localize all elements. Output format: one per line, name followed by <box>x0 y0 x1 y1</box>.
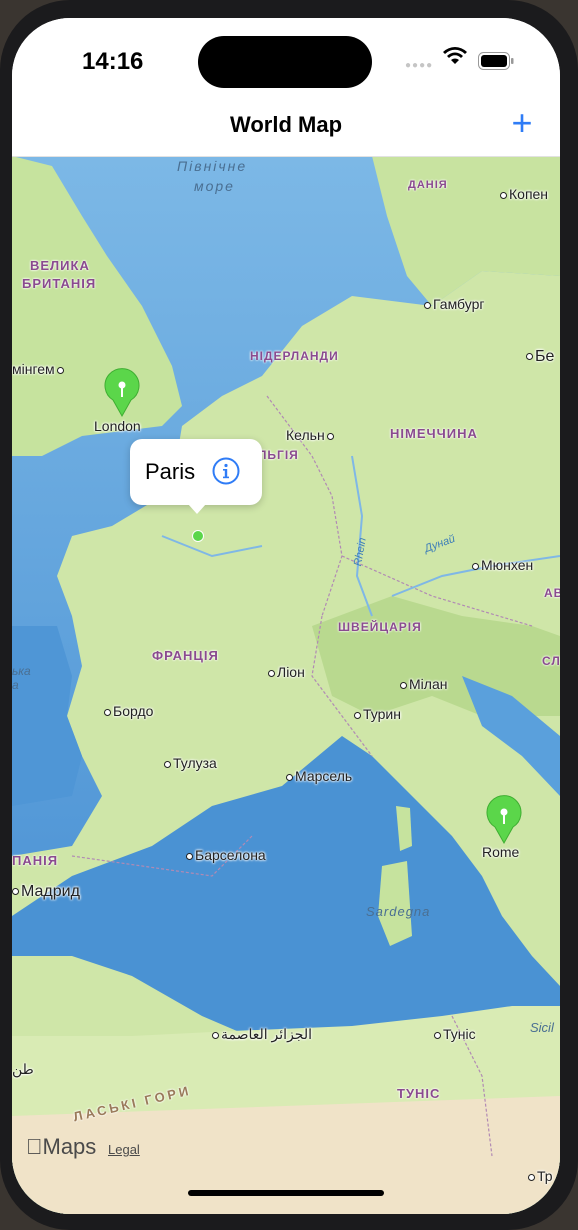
page-title: World Map <box>229 112 343 137</box>
city-label-lyon: Ліон <box>268 664 305 680</box>
city-label-madrid: Мадрид <box>12 883 80 901</box>
country-label-netherlands: НІДЕРЛАНДИ <box>250 349 339 363</box>
map-pin-label-london: London <box>94 418 141 434</box>
country-label-germany: НІМЕЧЧИНА <box>390 426 478 441</box>
city-label-toulouse: Тулуза <box>164 755 217 771</box>
city-label-barcelona: Барселона <box>186 847 266 863</box>
status-bar: 14:16 ●●●● <box>12 18 560 110</box>
signal-dots-icon: ●●●● <box>405 60 434 71</box>
country-label-belgium: ЛЬГІЯ <box>258 448 299 462</box>
map-view[interactable]: Північне море Sardegna Sicil ЛАСЬКІ ГОРИ… <box>12 156 560 1214</box>
map-pin-label-rome: Rome <box>482 844 520 860</box>
city-label-marseille: Марсель <box>286 768 352 784</box>
sea-label-north-1: Північне <box>177 158 248 174</box>
phone-frame: 14:16 ●●●● World Map + Північне море Sar… <box>0 0 578 1230</box>
country-label-gb-1: ВЕЛИКА <box>30 258 90 273</box>
apple-maps-logo: Maps <box>26 1134 96 1159</box>
callout-title: Paris <box>145 459 196 484</box>
home-indicator[interactable] <box>188 1190 384 1196</box>
city-label-berlin: Бе <box>526 348 554 366</box>
map-pin-rome[interactable] <box>483 793 525 845</box>
legal-link[interactable]: Legal <box>108 1142 140 1157</box>
country-label-spain: ПАНІЯ <box>12 853 59 868</box>
city-label-turin: Турин <box>354 706 401 722</box>
status-time: 14:16 <box>82 48 144 75</box>
dynamic-island <box>198 36 372 88</box>
city-label-bordeaux: Бордо <box>104 703 153 719</box>
city-label-munich: Мюнхен <box>472 557 533 573</box>
sea-label-sicilia: Sicil <box>530 1020 554 1035</box>
country-label-gb-2: БРИТАНІЯ <box>22 276 97 291</box>
paris-callout[interactable]: Paris <box>130 439 262 514</box>
sea-label-portugal-1: ька <box>12 664 31 678</box>
city-label-cologne: Кельн <box>286 427 336 443</box>
city-label-hamburg: Гамбург <box>424 296 485 312</box>
navigation-bar: World Map + <box>12 105 560 157</box>
country-label-denmark: ДАНІЯ <box>408 179 448 191</box>
info-icon[interactable] <box>212 457 240 485</box>
country-label-tunisia: ТУНІС <box>397 1086 441 1101</box>
city-label-copenhagen: Копен <box>500 186 548 202</box>
city-label-tangier: طن <box>12 1061 34 1077</box>
city-label-tunis: Туніс <box>434 1026 476 1042</box>
country-label-switzerland: ШВЕЙЦАРІЯ <box>338 620 422 634</box>
city-label-algiers: الجزائر العاصمة <box>212 1026 312 1043</box>
city-label-tripoli: Тр <box>528 1168 553 1184</box>
country-label-slovenia: СЛ <box>542 654 560 668</box>
city-label-birmingham: мінгем <box>12 361 66 377</box>
screen: 14:16 ●●●● World Map + Північне море Sar… <box>12 18 560 1214</box>
country-label-france: ФРАНЦІЯ <box>152 648 219 663</box>
sea-label-portugal-2: а <box>12 678 19 692</box>
sea-label-sardegna: Sardegna <box>366 904 431 919</box>
country-label-austria: АВ <box>544 586 560 600</box>
city-label-milan: Мілан <box>400 676 447 692</box>
add-button[interactable]: + <box>506 105 538 141</box>
sea-label-north-2: море <box>194 178 235 194</box>
map-pin-paris[interactable] <box>192 530 204 542</box>
map-pin-london[interactable] <box>101 366 143 418</box>
wifi-icon <box>443 47 467 64</box>
map-base <box>12 156 560 1214</box>
battery-icon <box>478 52 514 70</box>
